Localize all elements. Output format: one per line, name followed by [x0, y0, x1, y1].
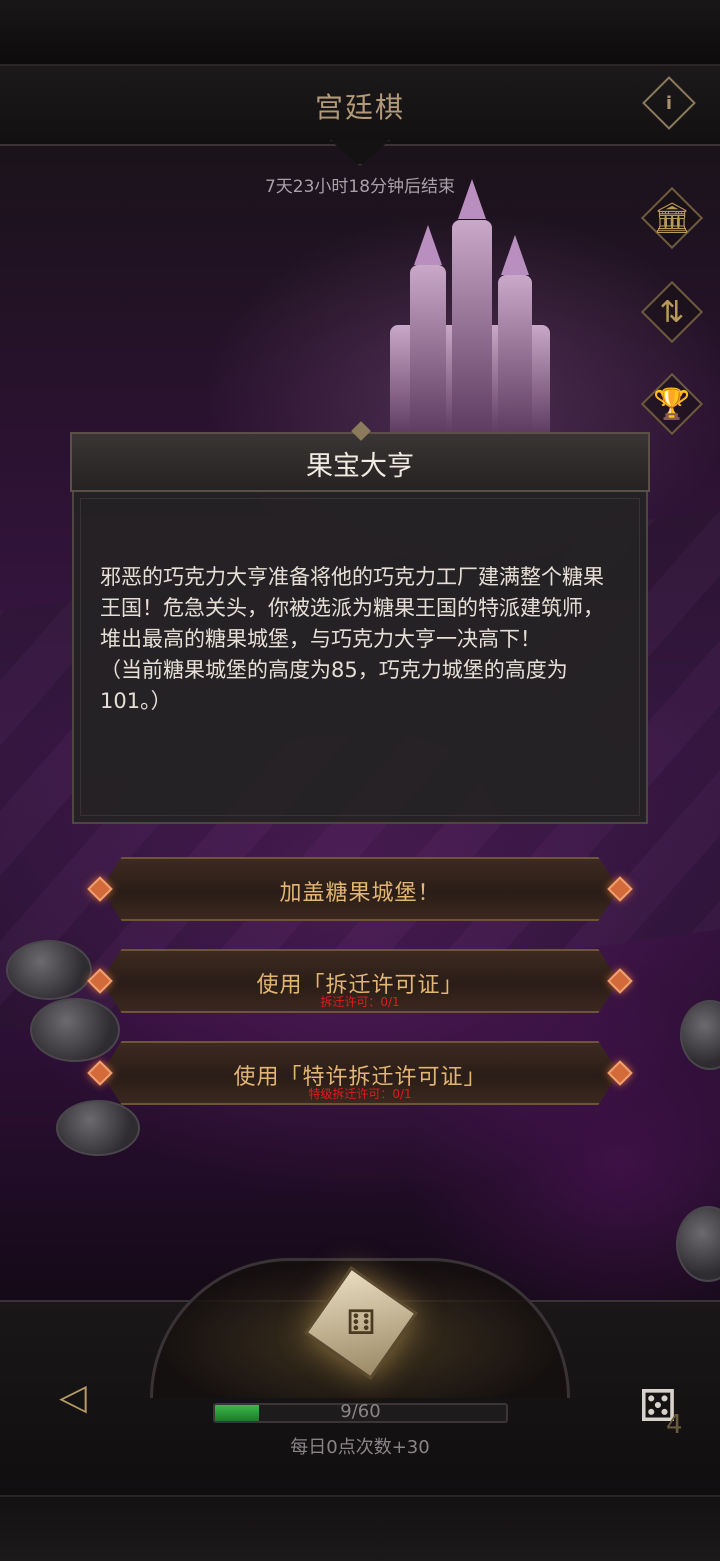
- daily-refill-text: 每日0点次数+30: [290, 1437, 430, 1458]
- trophy-icon: 🏆: [653, 386, 691, 422]
- event-countdown: 7天23小时18分钟后结束: [264, 177, 456, 197]
- bottom-frame-border: [0, 1495, 720, 1561]
- special-demolish-permit-button[interactable]: 使用「特许拆迁许可证」 特级拆迁许可：0/1: [75, 1041, 645, 1105]
- page-title: 宫廷棋: [314, 91, 405, 124]
- dialog-description: 邪恶的巧克力大亨准备将他的巧克力工厂建满整个糖果王国！危急关头，你被选派为糖果王…: [100, 565, 604, 713]
- back-arrow-icon: ◁: [59, 1376, 87, 1418]
- back-button[interactable]: ◁: [38, 1372, 108, 1422]
- build-castle-label: 加盖糖果城堡！: [279, 881, 441, 906]
- build-castle-button[interactable]: 加盖糖果城堡！: [75, 857, 645, 921]
- special-demolish-permit-count: 特级拆迁许可：0/1: [308, 1087, 412, 1101]
- info-icon: i: [665, 92, 673, 114]
- top-frame-border: [0, 0, 720, 66]
- ranking-button[interactable]: 🏆: [636, 368, 708, 440]
- dice-count: 4: [666, 1410, 683, 1440]
- dice-icon: ⚅: [346, 1303, 376, 1343]
- swap-arrows-icon: ⇅: [659, 294, 685, 330]
- candy-castle-image: [380, 179, 560, 435]
- dialog-title: 果宝大亨: [306, 451, 414, 482]
- demolish-permit-count: 拆迁许可：0/1: [320, 995, 400, 1009]
- swap-button[interactable]: ⇅: [636, 276, 708, 348]
- shop-button[interactable]: 🏛: [636, 182, 708, 254]
- demolish-permit-button[interactable]: 使用「拆迁许可证」 拆迁许可：0/1: [75, 949, 645, 1013]
- shop-icon: 🏛: [652, 200, 692, 236]
- roll-progress-text: 9/60: [340, 1401, 381, 1422]
- dice-count-button[interactable]: ⚄: [622, 1372, 694, 1444]
- coin-decoration: [56, 1100, 140, 1156]
